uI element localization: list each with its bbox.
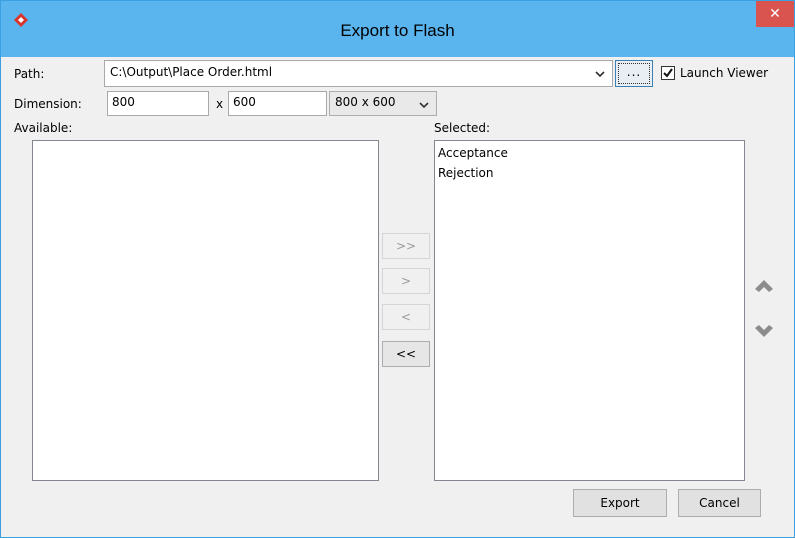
dimension-preset-select[interactable]: 800 x 600: [329, 91, 437, 116]
height-input[interactable]: 600: [228, 91, 327, 116]
chevron-down-icon[interactable]: [593, 67, 607, 81]
export-button[interactable]: Export: [573, 489, 667, 517]
add-button[interactable]: >: [382, 268, 430, 294]
available-list[interactable]: [32, 140, 379, 481]
launch-viewer-checkbox[interactable]: [661, 66, 675, 80]
export-to-flash-dialog: Export to Flash ✕ Path: C:\Output\Place …: [0, 0, 795, 538]
dimension-label: Dimension:: [14, 97, 82, 111]
cancel-button[interactable]: Cancel: [678, 489, 761, 517]
dimension-preset-value: 800 x 600: [335, 95, 396, 109]
width-input[interactable]: 800: [107, 91, 209, 116]
window-title: Export to Flash: [340, 21, 455, 40]
title-bar[interactable]: Export to Flash ✕: [1, 1, 794, 57]
selected-list[interactable]: Acceptance Rejection: [434, 140, 745, 481]
path-label: Path:: [14, 67, 45, 81]
browse-button[interactable]: ...: [615, 60, 653, 87]
move-down-icon[interactable]: [752, 322, 776, 340]
path-input[interactable]: C:\Output\Place Order.html: [104, 60, 613, 87]
remove-all-button[interactable]: <<: [382, 341, 430, 367]
list-item[interactable]: Rejection: [438, 166, 493, 180]
path-value: C:\Output\Place Order.html: [110, 65, 273, 79]
checkmark-icon: [663, 68, 673, 78]
chevron-down-icon: [419, 102, 429, 109]
add-all-button[interactable]: >>: [382, 233, 430, 259]
available-label: Available:: [14, 121, 73, 135]
dimension-separator: x: [216, 97, 224, 111]
close-button[interactable]: ✕: [756, 1, 794, 27]
remove-button[interactable]: <: [382, 304, 430, 330]
selected-label: Selected:: [434, 121, 491, 135]
list-item[interactable]: Acceptance: [438, 146, 508, 160]
launch-viewer-label[interactable]: Launch Viewer: [680, 66, 768, 80]
move-up-icon[interactable]: [752, 277, 776, 295]
